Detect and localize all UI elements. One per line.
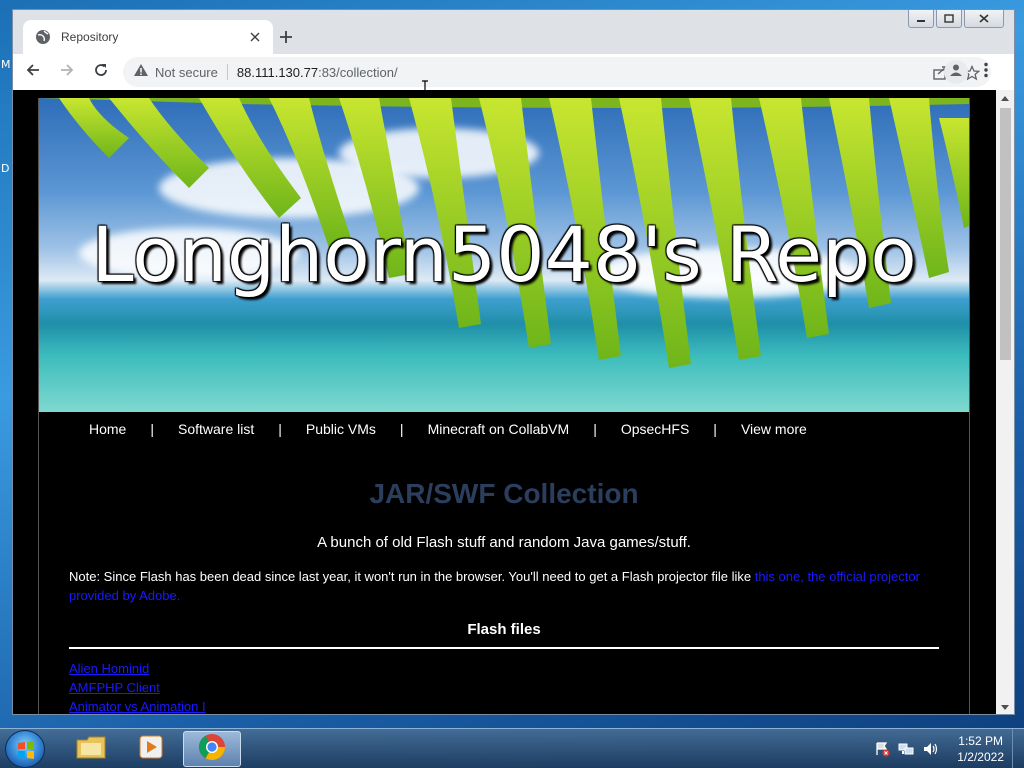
flash-file-link[interactable]: Animator vs Animation I (69, 699, 206, 714)
scroll-thumb[interactable] (1000, 108, 1011, 360)
site-title: Longhorn5048's Repo (91, 210, 917, 299)
nav-link-opsechfs[interactable]: OpsecHFS (621, 421, 689, 437)
new-tab-button[interactable] (275, 26, 297, 48)
kebab-menu-icon (984, 62, 988, 83)
flash-note: Note: Since Flash has been dead since la… (69, 567, 939, 605)
reload-button[interactable] (87, 58, 115, 86)
taskbar-explorer-button[interactable] (62, 731, 120, 767)
action-center-icon[interactable] (873, 740, 891, 758)
nav-separator: | (278, 421, 282, 437)
network-icon[interactable] (897, 740, 915, 758)
windows-logo-icon (18, 741, 34, 759)
nav-link-view-more[interactable]: View more (741, 421, 807, 437)
nav-separator: | (399, 421, 404, 437)
site-nav: Home | Software list | Public VMs | Mine… (39, 412, 969, 446)
folder-icon (75, 734, 107, 765)
warning-icon[interactable] (133, 63, 149, 82)
system-clock[interactable]: 1:52 PM 1/2/2022 (957, 733, 1004, 765)
close-tab-icon[interactable] (247, 29, 263, 45)
nav-separator: | (593, 421, 597, 437)
security-status-label[interactable]: Not secure (155, 65, 218, 80)
reload-icon (93, 62, 109, 83)
browser-toolbar: Not secure 88.111.130.77:83/collection/ (13, 54, 1014, 96)
globe-icon (35, 29, 51, 45)
browser-menu-button[interactable] (974, 60, 998, 84)
divider (69, 647, 939, 649)
url-text[interactable]: 88.111.130.77:83/collection/ (237, 65, 398, 80)
page-subtitle: A bunch of old Flash stuff and random Ja… (317, 534, 691, 551)
back-arrow-icon (25, 62, 41, 83)
url-host: 88.111.130.77 (236, 64, 319, 80)
desktop-icon-label-fragment: D (1, 162, 10, 175)
nav-link-home[interactable]: Home (89, 421, 126, 437)
taskbar-chrome-button[interactable] (183, 731, 241, 767)
profile-button[interactable] (944, 60, 968, 84)
media-player-icon (137, 733, 165, 766)
tab-repository[interactable]: Repository (23, 20, 273, 54)
scroll-down-icon[interactable] (996, 700, 1014, 714)
page-content: Longhorn5048's Repo Home | Software list… (38, 98, 970, 714)
tab-strip: Repository (13, 10, 1014, 54)
minimize-button[interactable] (908, 10, 934, 28)
profile-icon (949, 63, 963, 82)
chrome-icon (197, 732, 227, 767)
volume-icon[interactable] (921, 740, 939, 758)
site-banner: Longhorn5048's Repo (39, 98, 969, 412)
page-viewport: Longhorn5048's Repo Home | Software list… (13, 90, 996, 714)
address-divider (226, 64, 228, 80)
nav-link-minecraft[interactable]: Minecraft on CollabVM (428, 421, 570, 437)
address-bar[interactable]: Not secure 88.111.130.77:83/collection/ (123, 57, 991, 87)
nav-link-public-vms[interactable]: Public VMs (306, 421, 376, 437)
list-item: Alien Hominid (69, 659, 939, 678)
page-title: JAR/SWF Collection (369, 478, 639, 509)
maximize-button[interactable] (936, 10, 962, 28)
show-desktop-button[interactable] (1012, 729, 1024, 768)
forward-button[interactable] (53, 58, 81, 86)
back-button[interactable] (19, 58, 47, 86)
flash-note-text: Note: Since Flash has been dead since la… (69, 569, 755, 584)
url-path: :83/collection/ (318, 64, 398, 80)
flash-file-list: Alien Hominid AMFPHP Client Animator vs … (69, 659, 939, 714)
clock-date: 1/2/2022 (957, 750, 1004, 764)
flash-file-link[interactable]: AMFPHP Client (69, 680, 160, 695)
list-item: Animator vs Animation I (69, 697, 939, 714)
taskbar: 1:52 PM 1/2/2022 (0, 728, 1024, 768)
vertical-scrollbar[interactable] (996, 90, 1014, 714)
nav-separator: | (150, 421, 154, 437)
flash-files-heading: Flash files (467, 621, 541, 638)
nav-separator: | (713, 421, 717, 437)
browser-window: Repository Not secure 88.111.130.77:83/c… (12, 9, 1015, 715)
window-controls (906, 10, 1004, 28)
flash-file-link[interactable]: Alien Hominid (69, 661, 149, 676)
tab-title: Repository (61, 30, 119, 44)
clock-time: 1:52 PM (958, 734, 1003, 748)
system-tray: 1:52 PM 1/2/2022 (873, 729, 1004, 768)
forward-arrow-icon (59, 62, 75, 83)
nav-link-software-list[interactable]: Software list (178, 421, 254, 437)
desktop-icon-label-fragment: M (1, 58, 11, 71)
close-window-button[interactable] (964, 10, 1004, 28)
taskbar-media-player-button[interactable] (122, 731, 180, 767)
start-button[interactable] (5, 730, 45, 768)
scroll-up-icon[interactable] (996, 90, 1014, 106)
list-item: AMFPHP Client (69, 678, 939, 697)
